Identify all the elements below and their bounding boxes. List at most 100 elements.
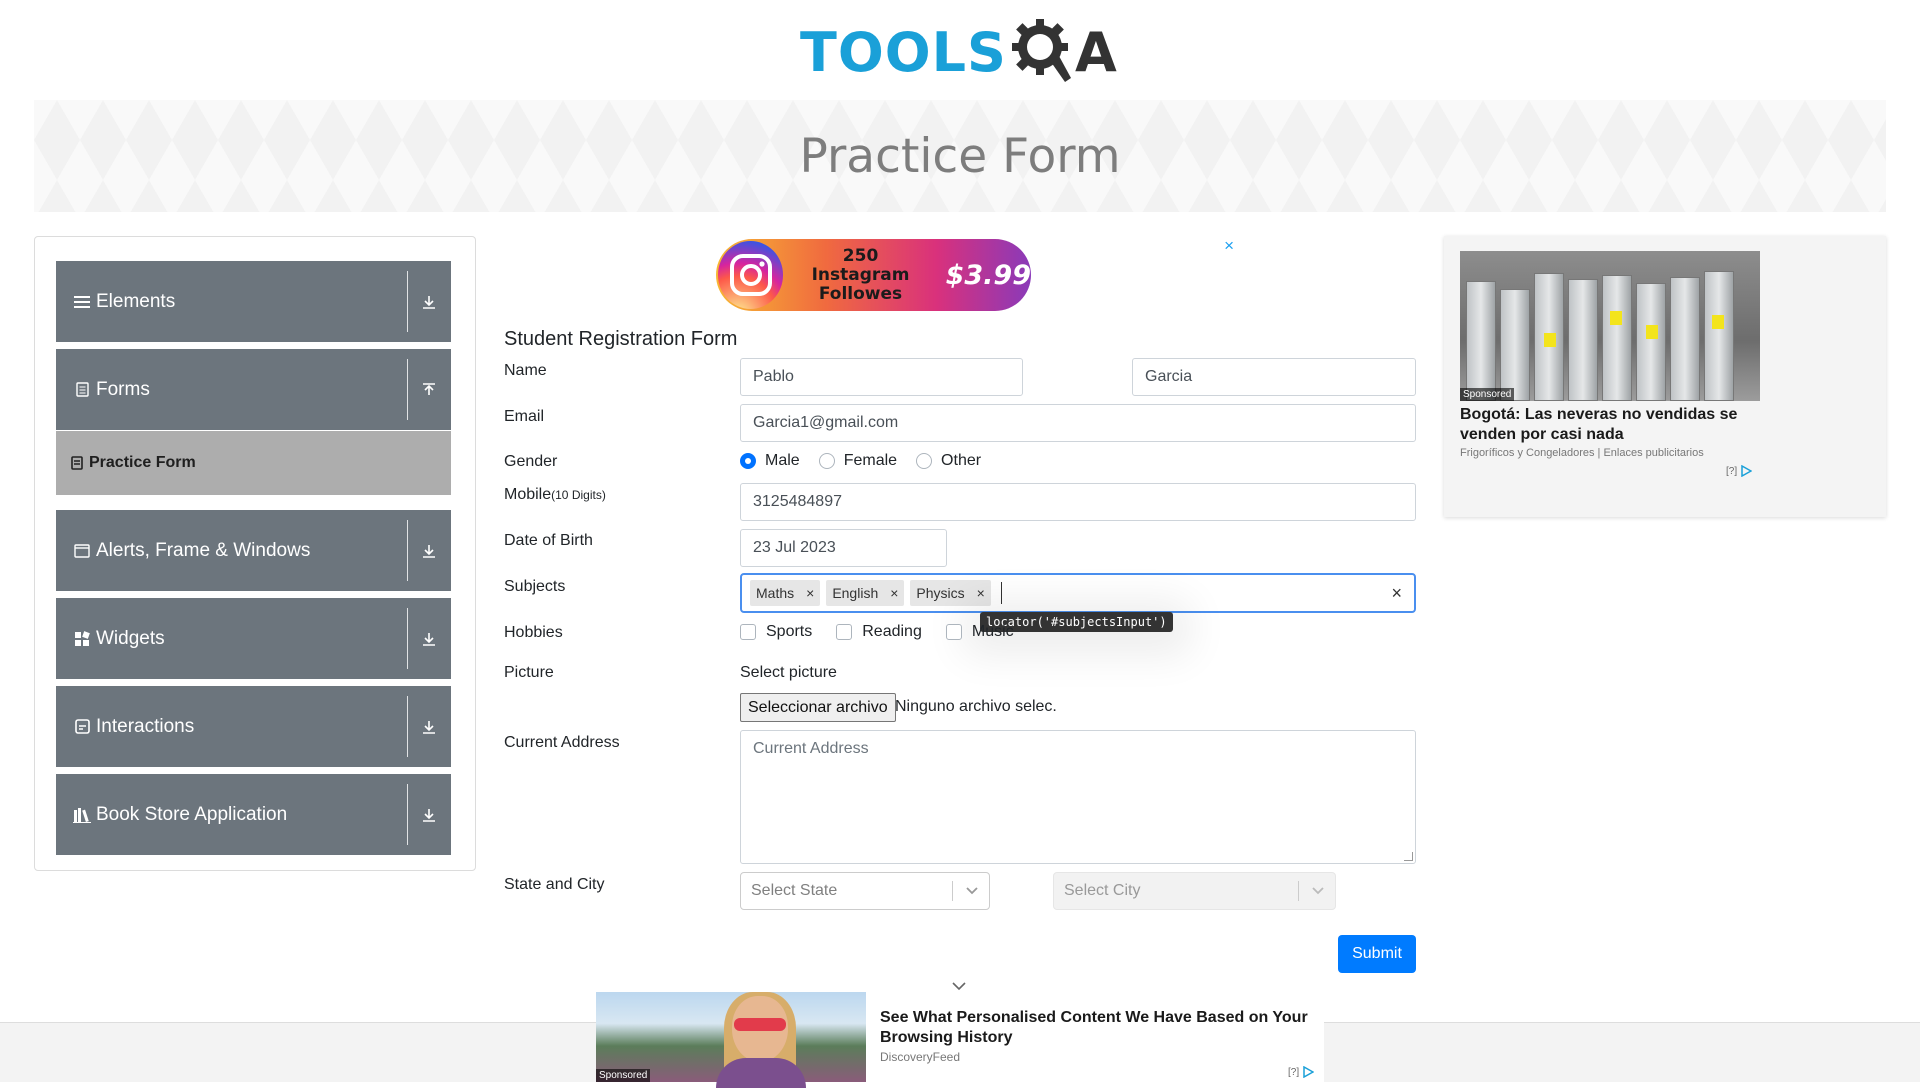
radio-label: Female	[843, 452, 898, 469]
ad-text-line: 250 Instagram	[811, 245, 910, 285]
sidebar-item-label: Practice Form	[89, 454, 196, 471]
subject-chip-label: Maths	[756, 585, 795, 601]
sidebar-group-label: Book Store Application	[96, 803, 288, 825]
chevron-down-icon[interactable]	[965, 873, 979, 909]
interactions-icon	[72, 719, 92, 734]
ad-text: 250 Instagram Followes	[793, 245, 927, 304]
date-of-birth-input[interactable]: 23 Jul 2023	[740, 529, 947, 567]
sidebar-group-interactions[interactable]: Interactions	[56, 686, 451, 767]
sidebar-group-bookstore[interactable]: Book Store Application	[56, 774, 451, 855]
checkbox-label: Sports	[766, 623, 813, 640]
ad-headline[interactable]: Bogotá: Las neveras no vendidas se vende…	[1460, 405, 1760, 445]
clear-all-icon[interactable]: ×	[1391, 583, 1402, 604]
ad-close-button[interactable]: ×	[1224, 236, 1234, 256]
download-icon[interactable]	[417, 598, 441, 679]
instagram-ad[interactable]: × 250 Instagram Followes $3.99	[504, 236, 1234, 326]
refrigerator-ad[interactable]: Sponsored Bogotá: Las neveras no vendida…	[1444, 236, 1886, 517]
state-select[interactable]: Select State	[740, 872, 990, 910]
hobby-sports-checkbox[interactable]: Sports	[740, 623, 812, 641]
fridge-shape	[1500, 289, 1530, 401]
sidebar-group-widgets[interactable]: Widgets	[56, 598, 451, 679]
divider	[952, 881, 953, 901]
sidebar-item-practice-form[interactable]: Practice Form	[56, 431, 451, 495]
mobile-label: Mobile(10 Digits)	[504, 486, 606, 504]
radio-button[interactable]	[916, 453, 933, 469]
remove-chip-icon[interactable]: ×	[800, 585, 820, 601]
checkbox[interactable]	[740, 624, 756, 640]
submit-button[interactable]: Submit	[1338, 935, 1416, 973]
email-input[interactable]: Garcia1@gmail.com	[740, 404, 1416, 442]
instagram-ad-banner[interactable]: 250 Instagram Followes $3.99	[716, 239, 1031, 311]
form-icon	[71, 456, 83, 470]
state-city-label: State and City	[504, 876, 605, 893]
radio-button[interactable]	[818, 453, 835, 469]
page-title: Practice Form	[799, 128, 1121, 184]
checkbox-label: Music	[971, 623, 1014, 640]
select-picture-label: Select picture	[740, 664, 837, 681]
ad-source[interactable]: DiscoveryFeed	[880, 1050, 960, 1064]
gender-other-radio[interactable]: Other	[916, 452, 981, 470]
discoveryfeed-ad[interactable]: Sponsored See What Personalised Content …	[596, 992, 1324, 1088]
fridge-shape	[1704, 271, 1734, 401]
subject-chip: English ×	[826, 580, 905, 606]
checkbox[interactable]	[945, 624, 962, 640]
gender-female-radio[interactable]: Female	[818, 452, 898, 470]
sidebar-group-label: Forms	[96, 378, 150, 400]
upload-icon[interactable]	[417, 349, 441, 430]
first-name-input[interactable]: Pablo	[740, 358, 1023, 396]
sidebar-group-label: Elements	[96, 290, 176, 312]
hobby-reading-checkbox[interactable]: Reading	[836, 623, 922, 641]
gender-label: Gender	[504, 453, 558, 470]
ad-headline[interactable]: See What Personalised Content We Have Ba…	[880, 1008, 1310, 1048]
city-select[interactable]: Select City	[1053, 872, 1336, 910]
fridge-shape	[1636, 283, 1666, 401]
window-icon	[72, 543, 92, 558]
ad-image[interactable]: Sponsored	[596, 992, 866, 1088]
checkbox-label: Reading	[862, 623, 922, 640]
checkbox[interactable]	[836, 624, 853, 640]
price-tag	[1610, 311, 1622, 325]
sidebar-group-alerts[interactable]: Alerts, Frame & Windows	[56, 510, 451, 591]
radio-button[interactable]	[740, 453, 756, 469]
download-icon[interactable]	[417, 774, 441, 855]
resize-handle[interactable]	[1404, 852, 1413, 861]
sidebar-group-elements[interactable]: Elements	[56, 261, 451, 342]
mobile-input[interactable]: 3125484897	[740, 483, 1416, 521]
adchoices-icon[interactable]: [?]	[1726, 465, 1753, 477]
form-title: Student Registration Form	[504, 328, 738, 350]
ad-source[interactable]: Frigoríficos y Congeladores | Enlaces pu…	[1460, 447, 1704, 459]
hobby-music-checkbox[interactable]: Music	[945, 623, 1014, 641]
gear-magnifier-icon	[1011, 18, 1073, 89]
mobile-label-text: Mobile	[504, 486, 552, 503]
download-icon[interactable]	[417, 686, 441, 767]
ad-text-line: Followes	[818, 283, 903, 304]
ad-image[interactable]: Sponsored	[1460, 251, 1760, 401]
page-banner: Practice Form	[34, 100, 1886, 212]
person-shape	[716, 1058, 806, 1088]
remove-chip-icon[interactable]: ×	[884, 585, 904, 601]
price-tag	[1712, 315, 1724, 329]
adchoices-label: [?]	[1726, 465, 1738, 477]
name-label: Name	[504, 362, 547, 379]
download-icon[interactable]	[417, 261, 441, 342]
toolsqa-logo[interactable]: TOOLS A	[800, 14, 1125, 92]
divider	[407, 608, 408, 669]
widgets-icon	[72, 630, 92, 647]
choose-file-button[interactable]: Seleccionar archivo	[740, 693, 896, 722]
remove-chip-icon[interactable]: ×	[971, 585, 991, 601]
gender-male-radio[interactable]: Male	[740, 452, 800, 470]
subject-chip: Physics ×	[910, 580, 991, 606]
sidebar-group-forms[interactable]: Forms	[56, 349, 451, 430]
adchoices-icon[interactable]: [?]	[1288, 1066, 1315, 1078]
last-name-input[interactable]: Garcia	[1132, 358, 1416, 396]
subject-chip: Maths ×	[750, 580, 821, 606]
download-icon[interactable]	[417, 510, 441, 591]
subjects-input[interactable]: Maths × English × Physics × ×	[740, 573, 1416, 613]
current-address-textarea[interactable]: Current Address	[740, 730, 1416, 864]
chevron-down-icon[interactable]	[1311, 873, 1325, 909]
email-label: Email	[504, 408, 545, 425]
gender-radio-group: Male Female Other	[740, 452, 1000, 470]
subject-chip-label: Physics	[916, 585, 965, 601]
books-icon	[72, 807, 92, 823]
fridge-shape	[1670, 277, 1700, 401]
